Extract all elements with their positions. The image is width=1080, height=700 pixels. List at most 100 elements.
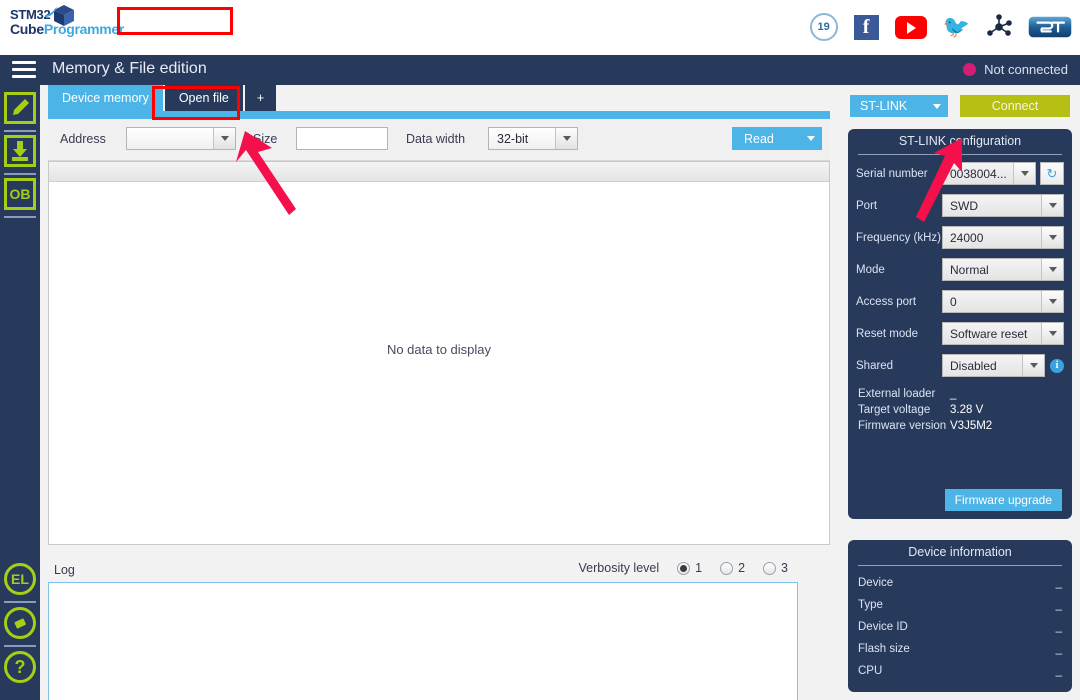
chevron-down-icon[interactable] bbox=[1013, 163, 1035, 184]
verbosity-option-2[interactable]: 2 bbox=[720, 561, 745, 575]
refresh-icon[interactable]: ↻ bbox=[1040, 162, 1064, 185]
info-icon[interactable]: i bbox=[1050, 358, 1064, 373]
sidebar-item-option-bytes[interactable]: OB bbox=[4, 178, 38, 212]
field-value: Software reset bbox=[950, 326, 1028, 341]
field-frequency: Frequency (kHz) 24000 bbox=[856, 225, 1064, 250]
device-row-device-id: Device ID _ bbox=[858, 616, 1062, 638]
radio-icon bbox=[763, 561, 777, 575]
field-value: Disabled bbox=[950, 358, 997, 373]
field-value: SWD bbox=[950, 198, 978, 213]
field-access-port: Access port 0 bbox=[856, 289, 1064, 314]
verbosity-option-label: 2 bbox=[738, 561, 746, 575]
field-value: 0038004... bbox=[950, 166, 1007, 181]
external-loader-icon: EL bbox=[4, 563, 36, 595]
field-label: Serial number bbox=[856, 167, 928, 180]
sidebar-item-erasing-programming[interactable] bbox=[4, 135, 38, 169]
hamburger-menu-icon[interactable] bbox=[12, 61, 36, 79]
field-label: Access port bbox=[856, 295, 917, 308]
chevron-down-icon[interactable] bbox=[1041, 259, 1063, 280]
sidebar-item-target-information[interactable] bbox=[4, 607, 38, 641]
verbosity-option-label: 3 bbox=[781, 561, 788, 575]
device-value: _ bbox=[1055, 599, 1062, 611]
firmware-upgrade-button[interactable]: Firmware upgrade bbox=[944, 489, 1062, 511]
main-content: Device memory Open file + Address Size D… bbox=[40, 85, 865, 700]
probe-select[interactable]: ST-LINK bbox=[850, 95, 948, 117]
right-panel: ST-LINK Connect ST-LINK configuration Se… bbox=[840, 85, 1080, 700]
chip-icon bbox=[4, 607, 36, 639]
field-value: 24000 bbox=[950, 230, 984, 245]
sidebar: OB EL ? bbox=[0, 85, 40, 700]
probe-value: ST-LINK bbox=[860, 99, 908, 113]
youtube-icon[interactable] bbox=[894, 15, 927, 39]
memory-table-header bbox=[49, 162, 829, 182]
device-key: Device bbox=[858, 577, 894, 589]
chevron-down-icon[interactable] bbox=[926, 95, 948, 117]
verbosity-option-1[interactable]: 1 bbox=[677, 561, 702, 575]
chevron-down-icon[interactable] bbox=[213, 128, 235, 149]
tab-label: Device memory bbox=[62, 91, 149, 105]
connect-button[interactable]: Connect bbox=[960, 95, 1070, 117]
stlink-configuration-card: ST-LINK configuration Serial number 0038… bbox=[848, 129, 1072, 519]
community-icon[interactable] bbox=[986, 14, 1012, 40]
chevron-down-icon[interactable] bbox=[1041, 323, 1063, 344]
frequency-select[interactable]: 24000 bbox=[942, 226, 1064, 249]
chevron-down-icon[interactable] bbox=[555, 128, 577, 149]
top-branding-bar: STM32 CubeProgrammer 19 f 🐦 bbox=[0, 0, 1080, 55]
log-label: Log bbox=[54, 563, 75, 577]
device-key: CPU bbox=[858, 665, 883, 677]
read-button[interactable]: Read bbox=[732, 127, 822, 150]
empty-state-message: No data to display bbox=[386, 342, 492, 357]
tab-label: + bbox=[256, 91, 265, 105]
sidebar-item-external-loaders[interactable]: EL bbox=[4, 563, 38, 597]
status-label: Not connected bbox=[984, 62, 1068, 77]
access-port-select[interactable]: 0 bbox=[942, 290, 1064, 313]
sidebar-item-help[interactable]: ? bbox=[4, 651, 38, 685]
divider bbox=[858, 154, 1062, 155]
shared-select[interactable]: Disabled bbox=[942, 354, 1045, 377]
swoosh-icon bbox=[45, 6, 57, 17]
tab-add[interactable]: + bbox=[244, 85, 277, 111]
tab-device-memory[interactable]: Device memory bbox=[48, 85, 163, 111]
data-width-label: Data width bbox=[406, 132, 466, 146]
mode-select[interactable]: Normal bbox=[942, 258, 1064, 281]
facebook-icon[interactable]: f bbox=[853, 14, 879, 40]
info-value: _ bbox=[950, 388, 957, 400]
device-key: Flash size bbox=[858, 643, 910, 655]
data-width-select[interactable]: 32-bit bbox=[488, 127, 578, 150]
device-info-title: Device information bbox=[908, 545, 1012, 559]
size-input[interactable] bbox=[296, 127, 388, 150]
verbosity-label: Verbosity level bbox=[578, 561, 660, 575]
chevron-down-icon[interactable] bbox=[1041, 195, 1063, 216]
tab-open-file[interactable]: Open file bbox=[164, 85, 243, 111]
serial-number-select[interactable]: 0038004... bbox=[942, 162, 1036, 185]
logo-cube-text: Cube bbox=[10, 21, 44, 37]
sidebar-item-label: EL bbox=[11, 571, 29, 587]
field-label: Reset mode bbox=[856, 327, 919, 340]
info-key: Firmware version bbox=[858, 420, 947, 432]
memory-toolbar: Address Size Data width 32-bit Read bbox=[48, 119, 830, 161]
field-label: Port bbox=[856, 199, 878, 212]
stlink-config-title: ST-LINK configuration bbox=[898, 134, 1022, 148]
verbosity-option-3[interactable]: 3 bbox=[763, 561, 788, 575]
radio-icon bbox=[677, 561, 691, 575]
size-label: Size bbox=[253, 132, 278, 146]
chevron-down-icon[interactable] bbox=[1022, 355, 1044, 376]
port-select[interactable]: SWD bbox=[942, 194, 1064, 217]
address-input[interactable] bbox=[126, 127, 236, 150]
field-label: Frequency (kHz) bbox=[856, 231, 941, 244]
social-links: 19 f 🐦 bbox=[809, 10, 1072, 44]
log-output[interactable] bbox=[48, 582, 798, 700]
status-badge: Not connected bbox=[963, 62, 1068, 77]
device-key: Type bbox=[858, 599, 883, 611]
sidebar-item-memory-file-edition[interactable] bbox=[4, 92, 38, 126]
st-logo bbox=[1028, 16, 1072, 38]
device-row-device: Device _ bbox=[858, 572, 1062, 594]
chevron-down-icon[interactable] bbox=[800, 127, 822, 150]
field-serial-number: Serial number 0038004... ↻ bbox=[856, 161, 1064, 186]
chevron-down-icon[interactable] bbox=[1041, 227, 1063, 248]
field-reset-mode: Reset mode Software reset bbox=[856, 321, 1064, 346]
twitter-icon[interactable]: 🐦 bbox=[943, 16, 970, 38]
chevron-down-icon[interactable] bbox=[1041, 291, 1063, 312]
reset-mode-select[interactable]: Software reset bbox=[942, 322, 1064, 345]
field-value: Normal bbox=[950, 262, 989, 277]
